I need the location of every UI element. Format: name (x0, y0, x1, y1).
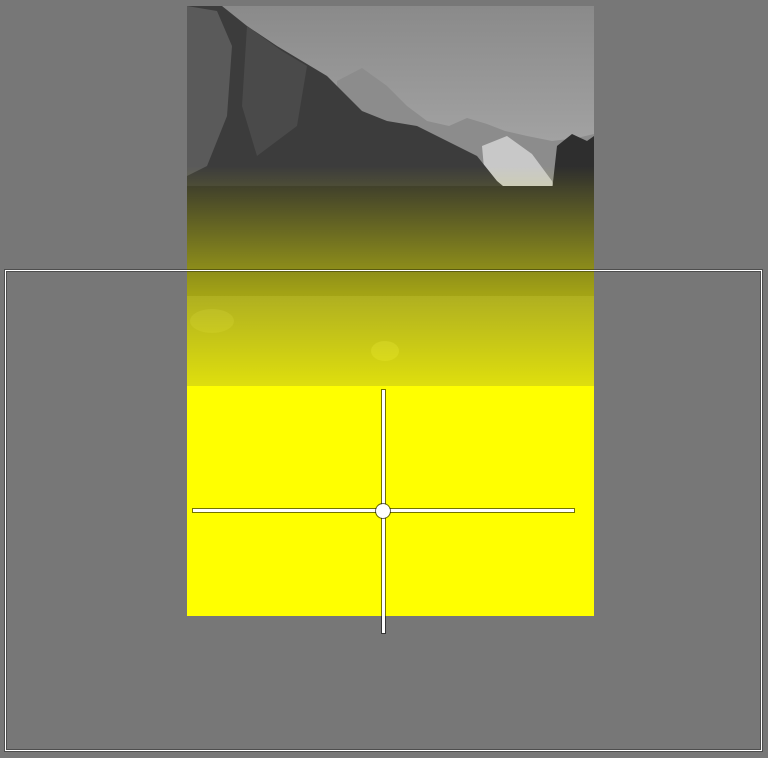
photo-preview[interactable] (187, 6, 594, 616)
center-pin-handle[interactable] (376, 504, 390, 518)
editor-canvas[interactable] (0, 0, 768, 758)
landscape-image (187, 6, 594, 616)
